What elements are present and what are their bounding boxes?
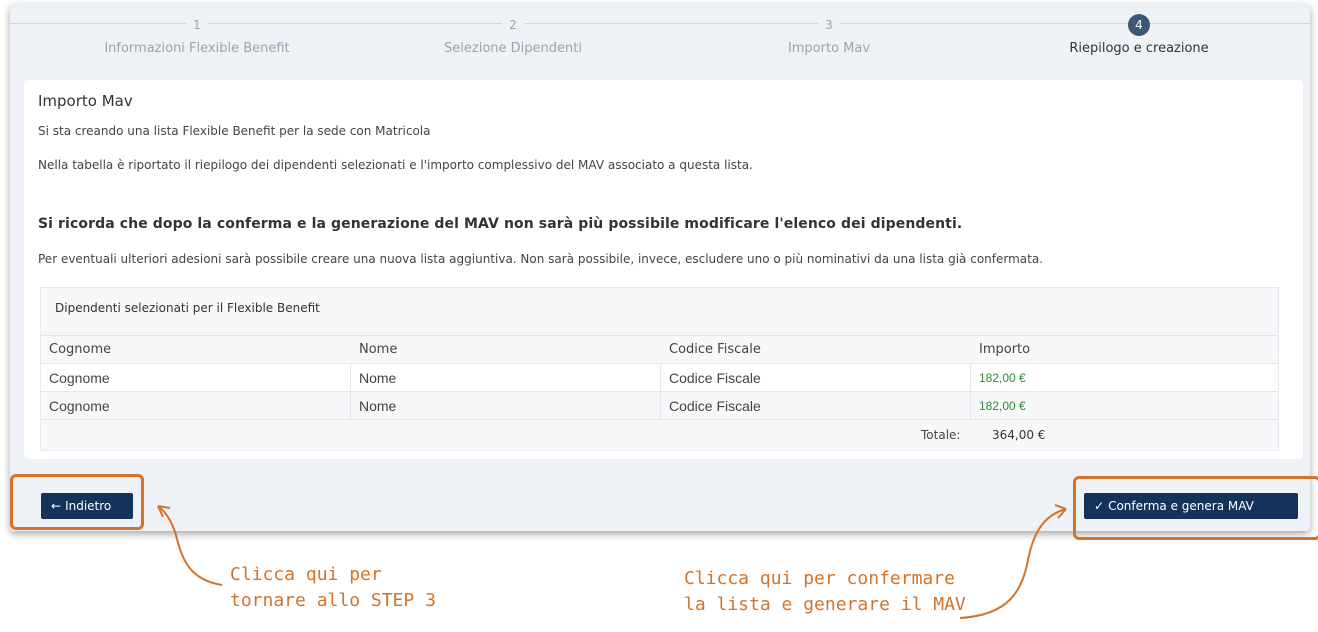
annotation-arrows	[157, 504, 1067, 619]
back-note-line-2: tornare allo STEP 3	[230, 590, 436, 611]
back-annotation-note: Clicca qui per tornare allo STEP 3	[230, 562, 436, 614]
back-annotation-arrow	[157, 505, 223, 586]
confirm-note-line-1: Clicca qui per confermare	[684, 568, 955, 589]
confirm-annotation-note: Clicca qui per confermare la lista e gen…	[684, 566, 966, 618]
confirm-annotation-arrow	[959, 508, 1067, 619]
confirm-note-line-2: la lista e generare il MAV	[684, 594, 966, 615]
back-note-line-1: Clicca qui per	[230, 564, 382, 585]
